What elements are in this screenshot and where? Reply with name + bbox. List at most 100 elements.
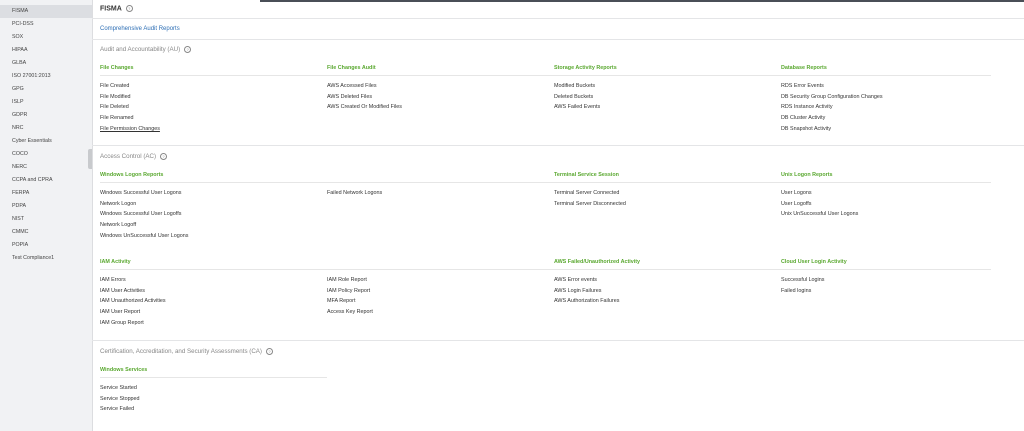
sidebar-item-nist[interactable]: NIST: [0, 213, 92, 226]
header-accent-bar: [260, 0, 1024, 2]
report-link-network-logoff[interactable]: Network Logoff: [100, 222, 136, 228]
comprehensive-audit-reports-link[interactable]: Comprehensive Audit Reports: [100, 26, 180, 32]
sidebar-item-ferpa[interactable]: FERPA: [0, 187, 92, 200]
page-title: FISMA?: [100, 5, 133, 12]
sidebar-list: FISMA PCI-DSS SOX HIPAA GLBA ISO 27001:2013 GP…: [0, 5, 92, 265]
divider: [92, 145, 1024, 146]
group-underline: [554, 269, 781, 270]
report-link-terminal-server-connected[interactable]: Terminal Server Connected: [554, 190, 619, 196]
report-link-aws-created-or-modified-files[interactable]: AWS Created Or Modified Files: [327, 104, 402, 110]
report-link-rds-error-events[interactable]: RDS Error Events: [781, 83, 824, 89]
group-title-windows-services: Windows Services: [100, 367, 148, 373]
header-bar: [92, 0, 1024, 19]
page-title-text: FISMA: [100, 5, 122, 13]
report-link-aws-authorization-failures[interactable]: AWS Authorization Failures: [554, 298, 619, 304]
sidebar-item-popia[interactable]: POPIA: [0, 239, 92, 252]
report-link-modified-buckets[interactable]: Modified Buckets: [554, 83, 595, 89]
report-link-aws-deleted-files[interactable]: AWS Deleted Files: [327, 94, 372, 100]
report-link-service-started[interactable]: Service Started: [100, 385, 137, 391]
sidebar-item-test-compliance1[interactable]: Test Compliance1: [0, 252, 92, 265]
group-title-aws-failed-unauthorized-activity: AWS Failed/Unauthorized Activity: [554, 259, 641, 265]
report-link-user-logoffs[interactable]: User Logoffs: [781, 201, 811, 207]
report-link-file-created[interactable]: File Created: [100, 83, 129, 89]
group-underline: [100, 377, 327, 378]
report-link-file-permission-changes[interactable]: File Permission Changes: [100, 126, 160, 132]
sidebar-item-glba[interactable]: GLBA: [0, 57, 92, 70]
sidebar-item-cyber-essentials[interactable]: Cyber Essentials: [0, 135, 92, 148]
report-link-iam-policy-report[interactable]: IAM Policy Report: [327, 288, 370, 294]
report-link-aws-error-events[interactable]: AWS Error events: [554, 277, 597, 283]
sidebar-item-ccpa-and-cpra[interactable]: CCPA and CPRA: [0, 174, 92, 187]
question-circle-icon[interactable]: ?: [160, 153, 168, 160]
report-link-file-deleted[interactable]: File Deleted: [100, 104, 129, 110]
report-link-db-security-group-configuration-changes[interactable]: DB Security Group Configuration Changes: [781, 94, 883, 100]
sidebar-item-coco[interactable]: COCO: [0, 148, 92, 161]
group-underline: [781, 75, 991, 76]
report-link-windows-unsuccessful-user-logons[interactable]: Windows UnSuccessful User Logons: [100, 233, 188, 239]
group-underline: [554, 75, 781, 76]
report-link-windows-successful-user-logoffs[interactable]: Windows Successful User Logoffs: [100, 211, 181, 217]
group-underline: [781, 269, 991, 270]
report-link-terminal-server-disconnected[interactable]: Terminal Server Disconnected: [554, 201, 626, 207]
report-link-user-logons[interactable]: User Logons: [781, 190, 812, 196]
report-link-failed-logins[interactable]: Failed logins: [781, 288, 811, 294]
report-link-rds-instance-activity[interactable]: RDS Instance Activity: [781, 104, 833, 110]
report-link-mfa-report[interactable]: MFA Report: [327, 298, 355, 304]
question-circle-icon[interactable]: ?: [125, 5, 133, 12]
report-link-iam-unauthorized-activities[interactable]: IAM Unauthorized Activities: [100, 298, 166, 304]
report-link-db-cluster-activity[interactable]: DB Cluster Activity: [781, 115, 825, 121]
group-title-cloud-user-login-activity: Cloud User Login Activity: [781, 259, 847, 265]
report-link-iam-role-report[interactable]: IAM Role Report: [327, 277, 367, 283]
sidebar-item-sox[interactable]: SOX: [0, 31, 92, 44]
report-link-service-stopped[interactable]: Service Stopped: [100, 396, 140, 402]
group-underline: [100, 75, 327, 76]
group-underline: [327, 75, 554, 76]
report-link-access-key-report[interactable]: Access Key Report: [327, 309, 373, 315]
group-title-iam-activity: IAM Activity: [100, 259, 131, 265]
sidebar-item-gdpr[interactable]: GDPR: [0, 109, 92, 122]
divider: [92, 39, 1024, 40]
divider: [92, 340, 1024, 341]
sidebar-item-pci-dss[interactable]: PCI-DSS: [0, 18, 92, 31]
report-link-service-failed[interactable]: Service Failed: [100, 406, 134, 412]
report-link-windows-successful-user-logons[interactable]: Windows Successful User Logons: [100, 190, 182, 196]
group-title-windows-logon-reports: Windows Logon Reports: [100, 172, 164, 178]
group-underline: [554, 182, 781, 183]
sidebar-item-hipaa[interactable]: HIPAA: [0, 44, 92, 57]
sidebar-item-cmmc[interactable]: CMMC: [0, 226, 92, 239]
sidebar-item-pdpa[interactable]: PDPA: [0, 200, 92, 213]
report-link-iam-errors[interactable]: IAM Errors: [100, 277, 126, 283]
sidebar-item-gpg[interactable]: GPG: [0, 83, 92, 96]
report-link-aws-accessed-files[interactable]: AWS Accessed Files: [327, 83, 377, 89]
report-link-aws-failed-events[interactable]: AWS Failed Events: [554, 104, 600, 110]
report-link-successful-logins[interactable]: Successful Logins: [781, 277, 824, 283]
report-link-failed-network-logons[interactable]: Failed Network Logons: [327, 190, 382, 196]
report-link-iam-user-report[interactable]: IAM User Report: [100, 309, 140, 315]
question-circle-icon[interactable]: ?: [184, 46, 192, 53]
question-circle-icon[interactable]: ?: [265, 348, 273, 355]
report-link-file-modified[interactable]: File Modified: [100, 94, 131, 100]
group-title-file-changes-audit: File Changes Audit: [327, 65, 376, 71]
sidebar-item-nerc[interactable]: NERC: [0, 161, 92, 174]
section-title-access-control-ac: Access Control (AC)?: [100, 153, 168, 160]
group-underline: [327, 269, 554, 270]
group-title-storage-activity-reports: Storage Activity Reports: [554, 65, 617, 71]
report-link-deleted-buckets[interactable]: Deleted Buckets: [554, 94, 593, 100]
report-link-unix-unsuccessful-user-logons[interactable]: Unix UnSuccessful User Logons: [781, 211, 858, 217]
report-link-db-snapshot-activity[interactable]: DB Snapshot Activity: [781, 126, 831, 132]
group-title-file-changes: File Changes: [100, 65, 134, 71]
sidebar-item-islp[interactable]: ISLP: [0, 96, 92, 109]
sidebar-item-iso-27001-2013[interactable]: ISO 27001:2013: [0, 70, 92, 83]
group-title-database-reports: Database Reports: [781, 65, 827, 71]
sidebar-collapse-handle[interactable]: [88, 149, 92, 169]
group-underline: [100, 182, 327, 183]
sidebar-item-nrc[interactable]: NRC: [0, 122, 92, 135]
report-link-file-renamed[interactable]: File Renamed: [100, 115, 134, 121]
compliance-sidebar: FISMA PCI-DSS SOX HIPAA GLBA ISO 27001:2013 GP…: [0, 0, 93, 431]
report-link-aws-login-failures[interactable]: AWS Login Failures: [554, 288, 601, 294]
report-link-iam-group-report[interactable]: IAM Group Report: [100, 320, 144, 326]
report-link-iam-user-activities[interactable]: IAM User Activities: [100, 288, 145, 294]
group-underline: [327, 182, 554, 183]
report-link-network-logon[interactable]: Network Logon: [100, 201, 136, 207]
sidebar-item-fisma[interactable]: FISMA: [0, 5, 92, 18]
